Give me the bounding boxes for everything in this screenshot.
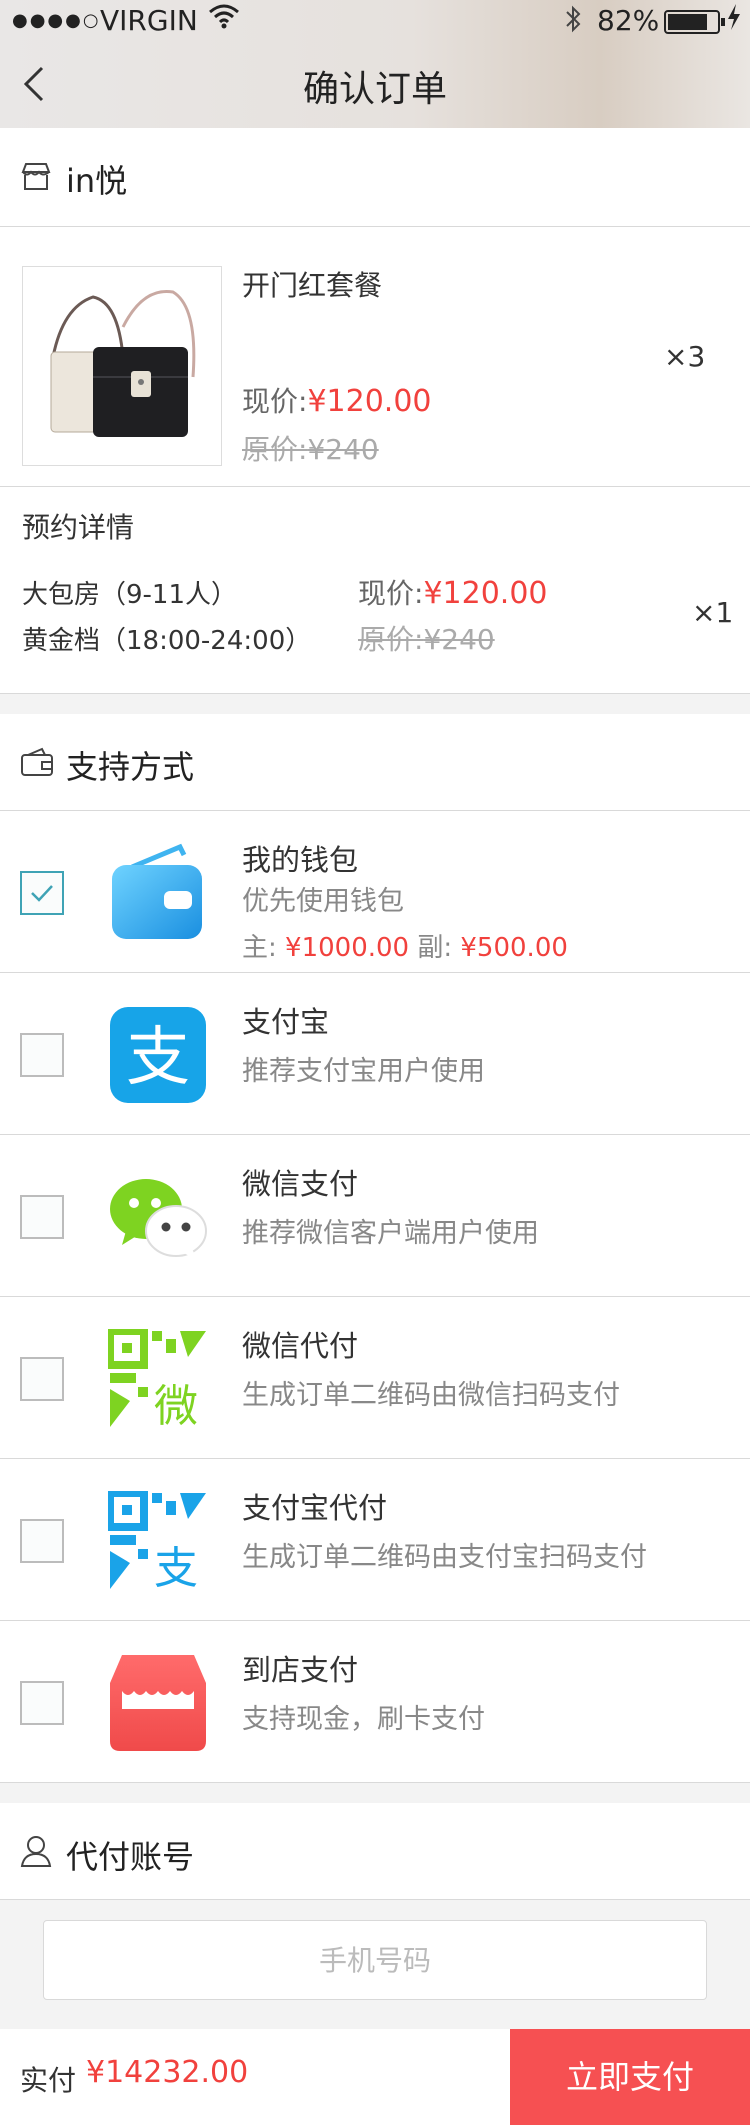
method-checkbox[interactable]	[20, 1519, 64, 1563]
method-checkbox[interactable]	[20, 1033, 64, 1077]
reservation-current-price: 现价:¥120.00	[358, 572, 548, 612]
bluetooth-icon	[563, 4, 583, 40]
sub-balance-label: 副:	[417, 933, 453, 963]
alipay-qr-icon: 支	[106, 1489, 208, 1594]
store-icon	[20, 160, 52, 192]
total-amount: ¥14232.00	[86, 2055, 249, 2090]
method-checkbox[interactable]	[20, 871, 64, 915]
reservation-quantity: ×1	[692, 596, 734, 629]
method-description: 生成订单二维码由支付宝扫码支付	[242, 1542, 647, 1573]
method-name: 支付宝	[242, 1005, 330, 1039]
method-checkbox[interactable]	[20, 1357, 64, 1401]
product-original-price: 原价:¥240	[242, 428, 379, 468]
method-description: 优先使用钱包	[242, 886, 404, 917]
battery-percent: 82%	[597, 4, 660, 37]
price-label: 现价:	[358, 577, 424, 610]
payment-method-alipay-proxy[interactable]: 支 支付宝代付 生成订单二维码由支付宝扫码支付	[0, 1459, 750, 1621]
method-description: 推荐微信客户端用户使用	[242, 1218, 539, 1249]
wallet-balance: 主: ¥1000.00 副: ¥500.00	[242, 927, 568, 964]
checkout-bar: 实付 ¥14232.00 立即支付	[0, 2029, 750, 2125]
method-checkbox[interactable]	[20, 1195, 64, 1239]
method-checkbox[interactable]	[20, 1681, 64, 1725]
alipay-glyph: 支	[126, 1021, 190, 1095]
method-description: 生成订单二维码由微信扫码支付	[242, 1380, 620, 1411]
divider	[0, 1782, 750, 1783]
payment-method-wechat[interactable]: 微信支付 推荐微信客户端用户使用	[0, 1135, 750, 1297]
divider	[0, 226, 750, 227]
reservation-original-price: 原价:¥240	[358, 618, 495, 658]
battery-icon	[664, 10, 725, 34]
original-price-label: 原价:	[358, 623, 424, 656]
payment-method-alipay[interactable]: 支 支付宝 推荐支付宝用户使用	[0, 973, 750, 1135]
method-name: 我的钱包	[242, 843, 359, 877]
product-image[interactable]	[22, 266, 222, 466]
user-icon	[20, 1834, 52, 1868]
proxy-heading: 代付账号	[66, 1838, 195, 1876]
method-description: 支持现金，刷卡支付	[242, 1704, 485, 1735]
wallet-outline-icon	[20, 746, 54, 778]
charging-icon	[725, 2, 743, 39]
phone-number-input[interactable]	[43, 1920, 707, 2000]
method-name: 微信支付	[242, 1167, 359, 1201]
sub-balance-amount: ¥500.00	[460, 933, 568, 963]
divider	[0, 693, 750, 694]
wechat-qr-glyph: 微	[154, 1381, 198, 1429]
payment-heading: 支持方式	[66, 748, 195, 786]
wifi-icon	[208, 2, 240, 37]
payment-method-in-store[interactable]: 到店支付 支持现金，刷卡支付	[0, 1621, 750, 1783]
price-value: ¥120.00	[423, 576, 548, 611]
alipay-qr-glyph: 支	[154, 1543, 198, 1591]
method-name: 支付宝代付	[242, 1491, 388, 1525]
original-price-value: ¥240	[307, 433, 379, 466]
main-balance-amount: ¥1000.00	[285, 933, 410, 963]
product-name: 开门红套餐	[242, 269, 383, 302]
reservation-timeslot: 黄金档（18:00-24:00）	[22, 626, 312, 656]
wallet-icon	[108, 843, 208, 943]
reservation-room: 大包房（9-11人）	[22, 580, 238, 610]
alipay-icon: 支	[108, 1005, 208, 1105]
product-quantity: ×3	[664, 340, 706, 373]
check-icon	[31, 885, 53, 902]
main-balance-label: 主:	[242, 933, 277, 963]
app-header: ●●●●○ VIRGIN 82% 确认订单	[0, 0, 750, 128]
wechat-qr-icon: 微	[106, 1327, 208, 1432]
signal-strength: ●●●●○	[12, 10, 101, 31]
payment-method-wallet[interactable]: 我的钱包 优先使用钱包 主: ¥1000.00 副: ¥500.00	[0, 811, 750, 973]
method-description: 推荐支付宝用户使用	[242, 1056, 485, 1087]
status-bar: ●●●●○ VIRGIN 82%	[0, 0, 750, 42]
carrier-name: VIRGIN	[100, 4, 198, 37]
payment-method-wechat-proxy[interactable]: 微 微信代付 生成订单二维码由微信扫码支付	[0, 1297, 750, 1459]
store-pay-icon	[108, 1653, 208, 1753]
product-current-price: 现价:¥120.00	[242, 380, 432, 420]
method-name: 到店支付	[242, 1653, 359, 1687]
shop-name: in悦	[66, 162, 128, 200]
reservation-heading: 预约详情	[22, 511, 135, 544]
pay-now-button[interactable]: 立即支付	[510, 2029, 750, 2125]
price-label: 现价:	[242, 385, 308, 418]
method-name: 微信代付	[242, 1329, 359, 1363]
total-label: 实付	[20, 2064, 77, 2097]
original-price-label: 原价:	[242, 433, 308, 466]
divider	[0, 486, 750, 487]
phone-input-area	[0, 1900, 750, 2028]
original-price-value: ¥240	[423, 623, 495, 656]
wechat-icon	[108, 1167, 208, 1267]
page-title: 确认订单	[302, 69, 447, 110]
price-value: ¥120.00	[307, 384, 432, 419]
